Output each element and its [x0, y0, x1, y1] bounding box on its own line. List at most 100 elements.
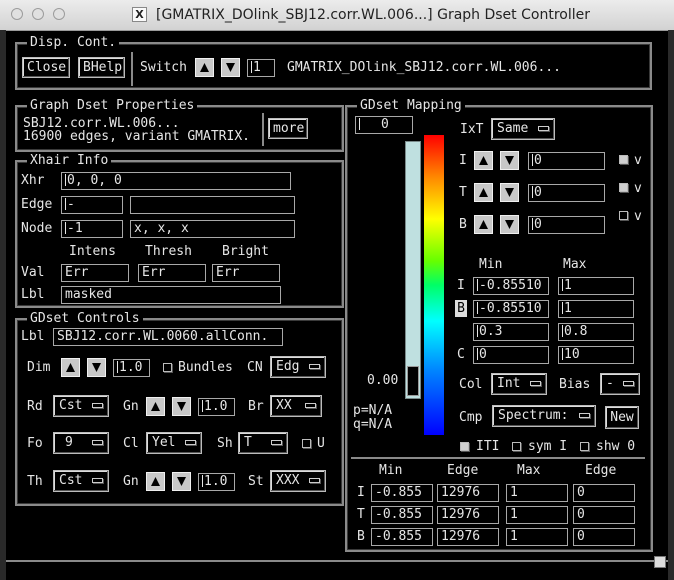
- intens-header: Intens: [69, 244, 116, 259]
- gn-value-field[interactable]: 1.0: [198, 398, 235, 416]
- stats-edge2-cell[interactable]: 0: [573, 484, 635, 502]
- range-3-max-field[interactable]: 0.8: [558, 323, 634, 341]
- resize-grip-icon[interactable]: [654, 556, 666, 568]
- threshold-slider[interactable]: [405, 141, 421, 399]
- cn-option-menu[interactable]: Edg: [270, 356, 326, 378]
- b-down-arrow-icon[interactable]: [500, 215, 519, 234]
- u-checkbox[interactable]: [302, 439, 311, 448]
- stats-max-cell[interactable]: 1: [506, 506, 568, 524]
- range-b-min-field[interactable]: -0.85510: [473, 300, 549, 318]
- i-label: I: [459, 153, 467, 168]
- switch-up-arrow-icon[interactable]: [195, 58, 214, 77]
- gn-label: Gn: [123, 399, 139, 414]
- t-index-field[interactable]: 0: [528, 184, 605, 202]
- th-option-menu[interactable]: Cst: [53, 470, 109, 492]
- stats-min-cell[interactable]: -0.855: [371, 484, 433, 502]
- iti-checkbox[interactable]: [460, 442, 469, 451]
- stats-edge-cell[interactable]: 12976: [437, 484, 499, 502]
- node-id-field[interactable]: -1: [61, 220, 123, 238]
- br-option-menu[interactable]: XX: [270, 395, 322, 417]
- properties-line2: 16900 edges, variant GMATRIX.: [23, 129, 250, 144]
- sh-option-menu[interactable]: T: [238, 432, 288, 454]
- stats-max-cell[interactable]: 1: [506, 484, 568, 502]
- col-option-menu[interactable]: Int: [491, 373, 547, 395]
- t-up-arrow-icon[interactable]: [474, 183, 493, 202]
- controls-lbl-label: Lbl: [21, 329, 45, 344]
- range-b-toggle[interactable]: B: [455, 300, 467, 317]
- gn2-up-arrow-icon[interactable]: [146, 472, 165, 491]
- b-index-field[interactable]: 0: [528, 216, 605, 234]
- val-bright-field[interactable]: Err: [212, 264, 280, 282]
- close-window-button[interactable]: [11, 8, 23, 20]
- i-index-field[interactable]: 0: [528, 152, 605, 170]
- divider: [262, 113, 264, 146]
- bright-header: Bright: [222, 244, 269, 259]
- zoom-window-button[interactable]: [53, 8, 65, 20]
- stats-max-header: Max: [517, 463, 541, 478]
- iti-label: ITI: [476, 439, 500, 454]
- range-i-max-field[interactable]: 1: [558, 277, 634, 295]
- t-v-checkbox[interactable]: [619, 183, 628, 192]
- stats-min-cell[interactable]: -0.855: [371, 528, 433, 546]
- stats-edge-cell[interactable]: 12976: [437, 506, 499, 524]
- switch-down-arrow-icon[interactable]: [221, 58, 240, 77]
- colorbar[interactable]: [424, 135, 444, 435]
- divider: [131, 52, 133, 86]
- gn2-down-arrow-icon[interactable]: [172, 472, 191, 491]
- colorbar-top-value-field[interactable]: 0: [355, 116, 413, 134]
- i-up-arrow-icon[interactable]: [474, 151, 493, 170]
- gn2-value-field[interactable]: 1.0: [198, 473, 235, 491]
- range-c-max-field[interactable]: 10: [558, 346, 634, 364]
- cl-option-menu[interactable]: Yel: [146, 432, 202, 454]
- controls-lbl-field[interactable]: SBJ12.corr.WL.0060.allConn.: [53, 328, 283, 346]
- node-coords-field[interactable]: x, x, x: [130, 220, 295, 238]
- b-up-arrow-icon[interactable]: [474, 215, 493, 234]
- shw-checkbox[interactable]: [580, 442, 589, 451]
- sh-label: Sh: [217, 436, 233, 451]
- i-down-arrow-icon[interactable]: [500, 151, 519, 170]
- edge-id-field[interactable]: -: [61, 196, 123, 214]
- stats-row-label: B: [357, 529, 365, 544]
- stats-min-cell[interactable]: -0.855: [371, 506, 433, 524]
- b-v-checkbox[interactable]: [619, 211, 628, 220]
- range-3-min-field[interactable]: 0.3: [473, 323, 549, 341]
- i-v-checkbox[interactable]: [619, 155, 628, 164]
- xhr-field[interactable]: 0, 0, 0: [61, 172, 291, 190]
- lbl-field[interactable]: masked: [61, 286, 281, 304]
- fo-option-menu[interactable]: 9: [53, 432, 109, 454]
- stats-edge2-cell[interactable]: 0: [573, 528, 635, 546]
- gdset-controls-frame: GDset Controls Lbl SBJ12.corr.WL.0060.al…: [15, 311, 344, 506]
- range-c-min-field[interactable]: 0: [473, 346, 549, 364]
- more-button[interactable]: more: [268, 118, 308, 139]
- divider: [351, 457, 645, 459]
- close-button[interactable]: Close: [22, 57, 70, 78]
- gn-down-arrow-icon[interactable]: [172, 397, 191, 416]
- range-b-max-field[interactable]: 1: [558, 300, 634, 318]
- threshold-slider-handle[interactable]: [407, 366, 419, 396]
- st-option-menu[interactable]: XXX: [270, 470, 326, 492]
- range-i-min-field[interactable]: -0.85510: [473, 277, 549, 295]
- stats-edge-cell[interactable]: 12976: [437, 528, 499, 546]
- switch-index-field[interactable]: 1: [247, 59, 275, 77]
- b-v-label: v: [634, 209, 642, 224]
- dim-down-arrow-icon[interactable]: [87, 358, 106, 377]
- minimize-window-button[interactable]: [32, 8, 44, 20]
- val-thresh-field[interactable]: Err: [138, 264, 206, 282]
- bundles-checkbox[interactable]: [163, 363, 172, 372]
- bias-option-menu[interactable]: -: [600, 373, 640, 395]
- bhelp-button[interactable]: BHelp: [78, 57, 125, 78]
- gdset-mapping-frame: GDset Mapping 0 0.00 p=N/A q=N/A IxT Sam…: [345, 98, 653, 552]
- val-intens-field[interactable]: Err: [61, 264, 129, 282]
- dim-value-field[interactable]: 1.0: [113, 359, 150, 377]
- sym-checkbox[interactable]: [512, 442, 521, 451]
- t-down-arrow-icon[interactable]: [500, 183, 519, 202]
- rd-option-menu[interactable]: Cst: [53, 395, 109, 417]
- cmp-option-menu[interactable]: Spectrum:: [492, 405, 596, 427]
- edge-info-field[interactable]: [130, 196, 295, 214]
- stats-max-cell[interactable]: 1: [506, 528, 568, 546]
- dim-up-arrow-icon[interactable]: [61, 358, 80, 377]
- new-colormap-button[interactable]: New: [605, 406, 639, 429]
- ixt-option-menu[interactable]: Same: [491, 118, 555, 140]
- stats-edge2-cell[interactable]: 0: [573, 506, 635, 524]
- gn-up-arrow-icon[interactable]: [146, 397, 165, 416]
